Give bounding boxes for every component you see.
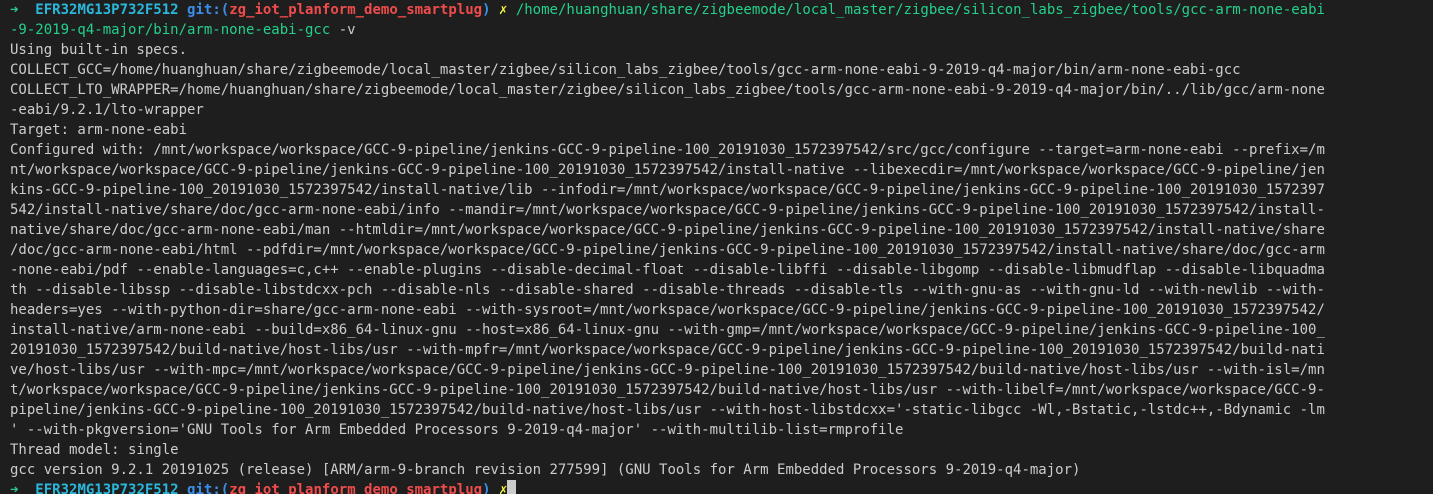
output-line: nt/workspace/workspace/GCC-9-pipeline/je… — [10, 162, 1325, 178]
text-cursor — [507, 480, 517, 494]
output-line: t/workspace/workspace/GCC-9-pipeline/jen… — [10, 382, 1325, 398]
output-line: kins-GCC-9-pipeline-100_20191030_1572397… — [10, 182, 1325, 198]
git-branch: zg_iot_planform_demo_smartplug — [229, 2, 483, 18]
output-line: COLLECT_LTO_WRAPPER=/home/huanghuan/shar… — [10, 82, 1325, 98]
prompt-arrow-icon: ➜ — [10, 2, 19, 18]
output-line: ve/host-libs/usr --with-mpc=/mnt/workspa… — [10, 362, 1325, 378]
output-line: /doc/gcc-arm-none-eabi/html --pdfdir=/mn… — [10, 242, 1325, 258]
output-line: Configured with: /mnt/workspace/workspac… — [10, 142, 1325, 158]
git-branch: zg_iot_planform_demo_smartplug — [229, 482, 483, 494]
dirty-mark-icon: ✗ — [498, 2, 508, 18]
git-label: git:( — [187, 482, 230, 494]
command-args: -v — [330, 22, 356, 38]
output-line: -eabi/9.2.1/lto-wrapper — [10, 102, 204, 118]
output-line: Using built-in specs. — [10, 42, 188, 58]
output-line: th --disable-libssp --disable-libstdcxx-… — [10, 282, 1325, 298]
prompt-line: ➜ EFR32MG13P732F512 git:(zg_iot_planform… — [10, 0, 1325, 20]
output-line: 20191030_1572397542/build-native/host-li… — [10, 342, 1325, 358]
output-line: COLLECT_GCC=/home/huanghuan/share/zigbee… — [10, 62, 1241, 78]
terminal-window[interactable]: ➜ EFR32MG13P732F512 git:(zg_iot_planform… — [0, 0, 1433, 494]
dirty-mark-icon: ✗ — [498, 482, 508, 494]
prompt-hostname: EFR32MG13P732F512 — [35, 482, 179, 494]
output-line: Thread model: single — [10, 442, 179, 458]
command-line-continued: -9-2019-q4-major/bin/arm-none-eabi-gcc -… — [10, 20, 356, 40]
output-line: install-native/arm-none-eabi --build=x86… — [10, 322, 1325, 338]
git-label-close: ) — [482, 2, 491, 18]
prompt-hostname: EFR32MG13P732F512 — [35, 2, 179, 18]
output-line: -none-eabi/pdf --enable-languages=c,c++ … — [10, 262, 1325, 278]
command-path: /home/huanghuan/share/zigbeemode/local_m… — [515, 2, 1325, 18]
prompt-arrow-icon: ➜ — [10, 482, 19, 494]
git-label: git:( — [187, 2, 230, 18]
next-prompt-line[interactable]: ➜ EFR32MG13P732F512 git:(zg_iot_planform… — [10, 480, 517, 494]
output-line: headers=yes --with-python-dir=share/gcc-… — [10, 302, 1325, 318]
output-line: Target: arm-none-eabi — [10, 122, 188, 138]
command-path-continued: -9-2019-q4-major/bin/arm-none-eabi-gcc — [10, 22, 331, 38]
git-label-close: ) — [482, 482, 491, 494]
output-line: gcc version 9.2.1 20191025 (release) [AR… — [10, 462, 1081, 478]
output-line: pipeline/jenkins-GCC-9-pipeline-100_2019… — [10, 402, 1325, 418]
output-line: ' --with-pkgversion='GNU Tools for Arm E… — [10, 422, 904, 438]
output-line: native/share/doc/gcc-arm-none-eabi/man -… — [10, 222, 1325, 238]
output-line: 542/install-native/share/doc/gcc-arm-non… — [10, 202, 1325, 218]
